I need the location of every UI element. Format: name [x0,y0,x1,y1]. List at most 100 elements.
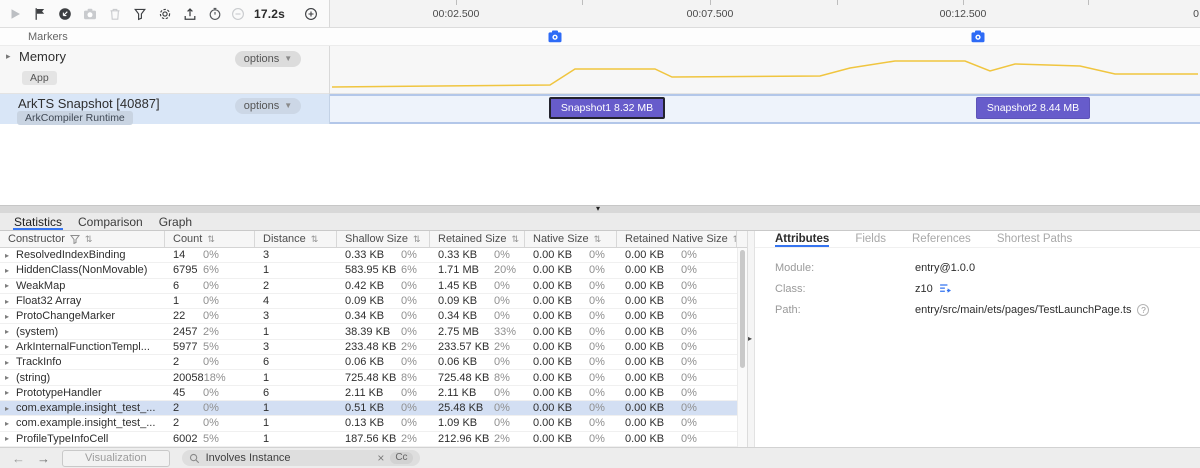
snapshot-marker-camera-icon[interactable] [971,30,985,43]
filter-icon[interactable] [133,7,147,21]
row-expand-icon[interactable]: ▸ [0,251,16,260]
row-expand-icon[interactable]: ▸ [0,419,16,428]
row-expand-icon[interactable]: ▸ [0,297,16,306]
memory-chart[interactable] [330,46,1200,94]
table-row[interactable]: ▸WeakMap60%20.42 KB0%1.45 KB0%0.00 KB0%0… [0,279,747,294]
row-expand-icon[interactable]: ▸ [0,388,16,397]
tab-statistics[interactable]: Statistics [6,213,70,230]
table-row[interactable]: ▸Float32 Array10%40.09 KB0%0.09 KB0%0.00… [0,294,747,309]
table-row[interactable]: ▸ProtoChangeMarker220%30.34 KB0%0.34 KB0… [0,309,747,324]
timeline-label: 00:12.500 [940,8,987,20]
tab-graph[interactable]: Graph [151,213,200,230]
table-row[interactable]: ▸TrackInfo20%60.06 KB0%0.06 KB0%0.00 KB0… [0,355,747,370]
column-header-distance[interactable]: Distance⇅ [255,231,337,247]
row-expand-icon[interactable]: ▸ [0,358,16,367]
snapshot-block[interactable]: Snapshot1 8.32 MB [549,97,665,119]
shallow-size-cell: 0.51 KB0% [337,402,430,414]
column-header-retained-size[interactable]: Retained Size⇅ [430,231,525,247]
row-expand-icon[interactable]: ▸ [0,312,16,321]
profiler-toolbar: 17.2s [0,0,330,28]
sort-icon[interactable]: ⇅ [512,234,520,245]
clear-search-icon[interactable]: × [377,452,384,464]
arkts-snapshot-track[interactable]: Snapshot1 8.32 MB Snapshot2 8.44 MB [330,94,1200,124]
table-row[interactable]: ▸com.example.insight_test_...20%10.51 KB… [0,401,747,416]
zoom-in-button[interactable] [304,7,318,21]
column-header-retained-native-size[interactable]: Retained Native Size⇅ [617,231,737,247]
attribute-label: Module: [755,262,915,274]
collapse-right-icon[interactable]: ▸ [748,334,752,343]
details-tab-fields[interactable]: Fields [855,231,886,247]
flag-icon[interactable] [33,7,47,21]
cell-value: 0.06 KB [337,356,401,368]
sort-icon[interactable]: ⇅ [85,234,93,245]
column-header-shallow-size[interactable]: Shallow Size⇅ [337,231,430,247]
cell-value: 725.48 KB [430,372,494,384]
table-row[interactable]: ▸ResolvedIndexBinding140%30.33 KB0%0.33 … [0,248,747,263]
details-splitter[interactable]: ▸ [747,231,755,447]
details-tab-attributes[interactable]: Attributes [775,231,829,247]
timeline-ruler[interactable]: 00:02.50000:07.50000:12.5000 [330,0,1200,28]
locate-in-list-icon[interactable] [939,283,952,294]
settings-icon[interactable] [158,7,172,21]
trash-icon[interactable] [108,7,122,21]
collapse-handle-icon[interactable]: ▾ [596,205,600,213]
help-icon[interactable]: ? [1137,304,1149,316]
table-row[interactable]: ▸com.example.insight_test_...20%10.13 KB… [0,416,747,431]
snapshot-marker-camera-icon[interactable] [548,30,562,43]
scrollbar-thumb[interactable] [740,250,745,368]
native-size-cell: 0.00 KB0% [525,280,617,292]
column-header-constructor[interactable]: Constructor⇅ [0,231,165,247]
filter-icon[interactable] [70,234,80,244]
camera-icon[interactable] [83,7,97,21]
column-header-native-size[interactable]: Native Size⇅ [525,231,617,247]
row-expand-icon[interactable]: ▸ [0,434,16,443]
search-input[interactable]: Involves Instance × Cc [182,450,420,466]
forward-button[interactable]: → [37,452,50,465]
row-expand-icon[interactable]: ▸ [0,404,16,413]
sort-icon[interactable]: ⇅ [594,234,602,245]
snapshot-block[interactable]: Snapshot2 8.44 MB [976,97,1090,119]
memory-options-button[interactable]: options ▼ [235,51,301,67]
back-button[interactable]: ← [12,452,25,465]
cell-value: 0.00 KB [617,310,681,322]
match-case-toggle[interactable]: Cc [390,452,412,464]
arkts-options-button[interactable]: options ▼ [235,98,301,114]
visualization-button[interactable]: Visualization [62,450,170,467]
row-expand-icon[interactable]: ▸ [0,281,16,290]
row-expand-icon[interactable]: ▸ [0,342,16,351]
table-row[interactable]: ▸ArkInternalFunctionTempl...59775%3233.4… [0,340,747,355]
table-row[interactable]: ▸(string)2005818%1725.48 KB8%725.48 KB8%… [0,370,747,385]
table-row[interactable]: ▸HiddenClass(NonMovable)67956%1583.95 KB… [0,263,747,278]
play-icon[interactable] [8,7,22,21]
arkts-track-header[interactable]: ArkTS Snapshot [40887] ArkCompiler Runti… [0,94,330,124]
row-expand-icon[interactable]: ▸ [0,327,16,336]
retained-native-size-cell: 0.00 KB0% [617,295,737,307]
cell-value: 233.57 KB [430,341,494,353]
sort-icon[interactable]: ⇅ [207,234,215,245]
row-expand-icon[interactable]: ▸ [0,266,16,275]
tab-comparison[interactable]: Comparison [70,213,151,230]
markers-track[interactable] [330,28,1200,46]
sort-icon[interactable]: ⇅ [311,234,319,245]
panel-splitter[interactable]: ▾ [0,205,1200,213]
row-expand-icon[interactable]: ▸ [0,373,16,382]
cell-percent: 0% [203,402,219,414]
table-row[interactable]: ▸PrototypeHandler450%62.11 KB0%2.11 KB0%… [0,386,747,401]
record-icon[interactable] [58,7,72,21]
zoom-out-button[interactable] [231,7,245,21]
memory-track-title: Memory [19,49,66,64]
table-row[interactable]: ▸(system)24572%138.39 KB0%2.75 MB33%0.00… [0,324,747,339]
details-tab-references[interactable]: References [912,231,971,247]
constructor-name: (string) [16,372,50,384]
memory-expand-icon[interactable]: ▸ [6,51,11,62]
cell-value: 6 [255,387,269,399]
table-row[interactable]: ▸ProfileTypeInfoCell60025%1187.56 KB2%21… [0,432,747,447]
export-icon[interactable] [183,7,197,21]
cell-value: 0.00 KB [617,387,681,399]
retained-size-cell: 0.34 KB0% [430,310,525,322]
sort-icon[interactable]: ⇅ [413,234,421,245]
count-cell: 60% [165,280,255,292]
column-header-count[interactable]: Count⇅ [165,231,255,247]
details-tab-shortest-paths[interactable]: Shortest Paths [997,231,1072,247]
table-scrollbar[interactable] [737,248,747,447]
